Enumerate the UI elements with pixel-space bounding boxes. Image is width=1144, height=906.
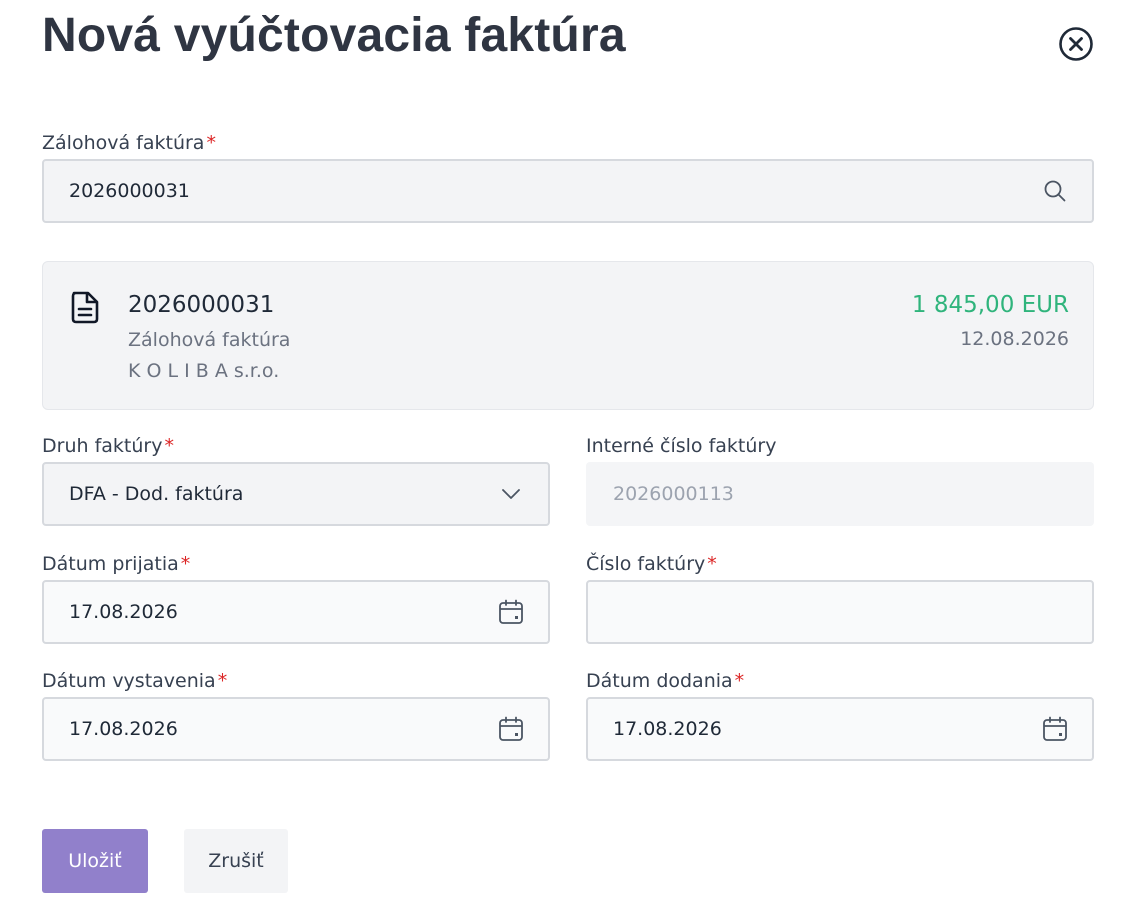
invoice-type-label: Druh faktúry * [42,434,174,458]
invoice-date: 12.08.2026 [960,328,1069,350]
delivery-date-value: 17.08.2026 [613,718,722,740]
invoice-type: Zálohová faktúra [128,329,291,351]
page-title: Nová vyúčtovacia faktúra [42,9,626,62]
received-date-value: 17.08.2026 [69,601,178,623]
delivery-date-label-text: Dátum dodania [586,670,733,692]
required-mark: * [734,670,745,692]
close-circle-icon [1059,27,1093,61]
delivery-date-label: Dátum dodania * [586,669,744,693]
issue-date-value: 17.08.2026 [69,718,178,740]
advance-invoice-label: Zálohová faktúra * [42,131,216,155]
search-icon[interactable] [1042,178,1068,204]
internal-number-field: 2026000113 [586,462,1094,526]
invoice-number-label-text: Číslo faktúry [586,553,706,575]
required-mark: * [206,132,216,154]
required-mark: * [707,553,717,575]
delivery-date-input[interactable]: 17.08.2026 [586,697,1094,761]
invoice-amount: 1 845,00 EUR [911,292,1069,318]
save-button[interactable]: Uložiť [42,829,148,893]
internal-number-value: 2026000113 [613,483,734,505]
issue-date-label: Dátum vystavenia * [42,669,227,693]
invoice-type-label-text: Druh faktúry [42,435,163,457]
internal-number-label: Interné číslo faktúry [586,435,777,457]
required-mark: * [164,435,174,457]
new-settlement-invoice-dialog: Nová vyúčtovacia faktúra Zálohová faktúr… [0,0,1144,906]
advance-invoice-search-input[interactable]: 2026000031 [42,159,1094,223]
document-icon [71,291,99,324]
issue-date-label-text: Dátum vystavenia [42,670,216,692]
invoice-type-value: DFA - Dod. faktúra [69,483,244,505]
invoice-type-select[interactable]: DFA - Dod. faktúra [42,462,550,526]
received-date-label-text: Dátum prijatia [42,553,179,575]
required-mark: * [217,670,228,692]
received-date-input[interactable]: 17.08.2026 [42,580,550,644]
close-button[interactable] [1058,26,1094,62]
calendar-icon[interactable] [498,716,524,742]
calendar-icon[interactable] [498,599,524,625]
required-mark: * [180,553,191,575]
issue-date-input[interactable]: 17.08.2026 [42,697,550,761]
company-name: K O L I B A s.r.o. [128,360,280,382]
received-date-label: Dátum prijatia * [42,552,190,576]
calendar-icon[interactable] [1042,716,1068,742]
invoice-number-label: Číslo faktúry * [586,552,717,576]
selected-advance-invoice-card: 2026000031 Zálohová faktúra K O L I B A … [42,261,1094,410]
advance-invoice-label-text: Zálohová faktúra [42,132,205,154]
cancel-button[interactable]: Zrušiť [184,829,288,893]
invoice-number: 2026000031 [128,292,275,318]
advance-invoice-value: 2026000031 [69,180,190,202]
invoice-number-input[interactable] [586,580,1094,644]
chevron-down-icon[interactable] [498,481,524,507]
